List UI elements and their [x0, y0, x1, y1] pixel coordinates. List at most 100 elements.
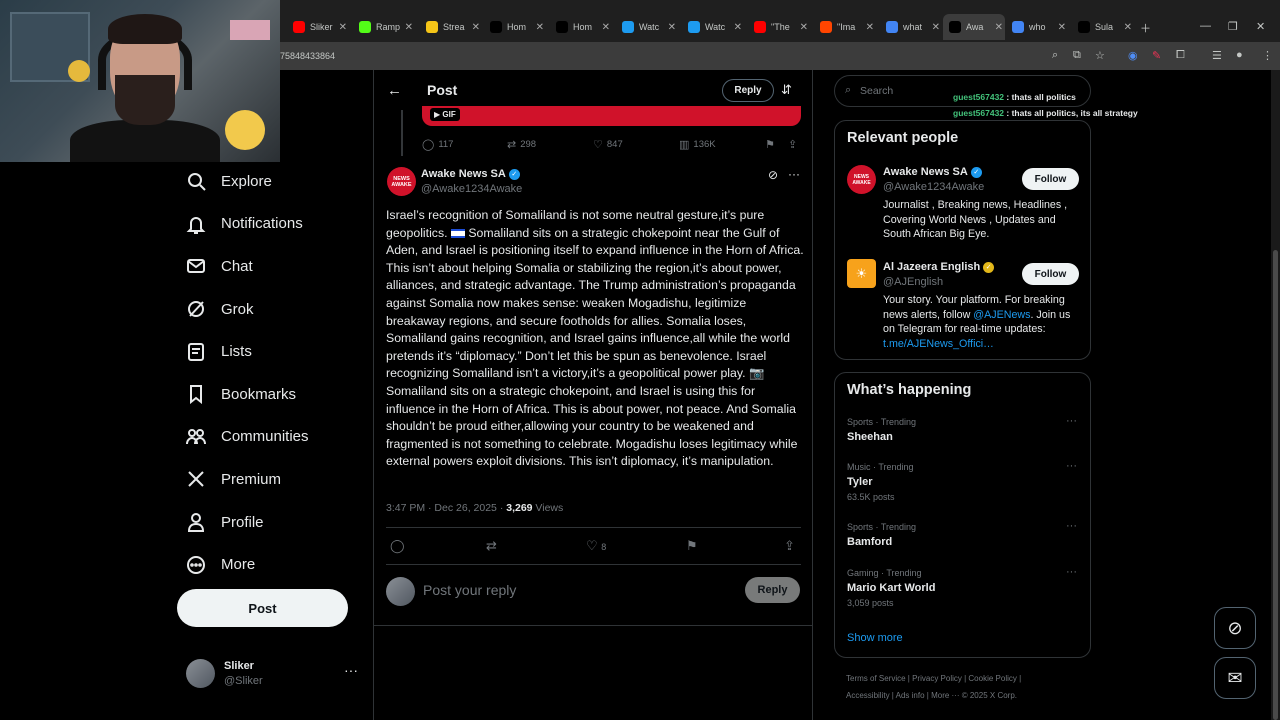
nav-item-lists[interactable]: Lists: [177, 330, 367, 373]
minimize-icon[interactable]: —: [1200, 20, 1211, 32]
search-input[interactable]: ⌕ Search: [834, 75, 1091, 107]
close-tab-icon[interactable]: ✕: [405, 22, 413, 33]
nav-item-communities[interactable]: Communities: [177, 416, 367, 459]
browser-tab[interactable]: Watc ✕: [616, 14, 678, 40]
messages-fab-icon[interactable]: ✉: [1214, 657, 1256, 699]
author-name[interactable]: Awake News SA ✓: [421, 168, 520, 180]
extension-1-icon[interactable]: ◉: [1128, 49, 1138, 62]
nav-item-premium[interactable]: Premium: [177, 458, 367, 501]
media-icon[interactable]: ☰: [1212, 49, 1222, 62]
tab-label: Hom: [507, 22, 527, 32]
nav-item-grok[interactable]: Grok: [177, 288, 367, 331]
post-button[interactable]: Post: [177, 589, 348, 627]
avatar[interactable]: NEWS AWAKE: [387, 167, 416, 196]
profile-icon[interactable]: ●: [1236, 49, 1243, 61]
account-switcher[interactable]: Sliker @Sliker ···: [186, 658, 366, 690]
more-icon[interactable]: ···: [1066, 460, 1077, 472]
browser-tab[interactable]: Ramp ✕: [353, 14, 415, 40]
maximize-icon[interactable]: ❐: [1228, 20, 1238, 33]
person-name[interactable]: Awake News SA ✓: [883, 166, 982, 178]
zoom-icon[interactable]: ⌕: [1052, 49, 1058, 62]
follow-button[interactable]: Follow: [1022, 168, 1079, 190]
nav-item-notifications[interactable]: Notifications: [177, 203, 367, 246]
browser-tab[interactable]: Hom ✕: [550, 14, 612, 40]
footer-links[interactable]: Terms of Service | Privacy Policy | Cook…: [846, 674, 1021, 683]
scrollbar[interactable]: [1271, 70, 1280, 720]
more-icon[interactable]: ···: [1066, 415, 1077, 427]
youtube-icon: [754, 21, 766, 33]
account-handle: @Sliker: [224, 675, 263, 687]
browser-menu-icon[interactable]: ⋮: [1262, 49, 1273, 62]
star-icon[interactable]: ☆: [1095, 49, 1105, 62]
aljazeera-logo-icon[interactable]: ☀: [847, 259, 876, 288]
close-tab-icon[interactable]: ✕: [668, 22, 676, 33]
tab-label: Sliker: [310, 22, 333, 32]
browser-tab[interactable]: Sliker ✕: [287, 14, 349, 40]
close-tab-icon[interactable]: ✕: [734, 22, 742, 33]
browser-tab[interactable]: Sula ✕: [1072, 14, 1134, 40]
more-icon[interactable]: ···: [788, 167, 800, 181]
close-tab-icon[interactable]: ✕: [1058, 22, 1066, 33]
person-name[interactable]: Al Jazeera English ✓: [883, 261, 995, 273]
browser-tab[interactable]: Hom ✕: [484, 14, 546, 40]
browser-tab[interactable]: "Ima ✕: [814, 14, 876, 40]
parent-view-count[interactable]: ▥ 136K: [679, 138, 716, 151]
bookmark-icon[interactable]: ⚑: [686, 538, 698, 554]
browser-tab[interactable]: "The ✕: [748, 14, 810, 40]
more-icon[interactable]: ···: [1066, 520, 1077, 532]
author-handle[interactable]: @Awake1234Awake: [421, 183, 522, 195]
install-icon[interactable]: ⧉: [1073, 49, 1081, 62]
parent-repost-count[interactable]: ⇄ 298: [507, 138, 536, 151]
nav-item-more[interactable]: More: [177, 543, 367, 586]
more-icon[interactable]: ···: [1066, 566, 1077, 578]
reply-input[interactable]: Post your reply: [423, 582, 516, 598]
trend-context: Sports · Trending: [847, 417, 917, 427]
extensions-icon[interactable]: ⧠: [1176, 49, 1185, 62]
footer-links[interactable]: Accessibility | Ads info | More ··· © 20…: [846, 691, 1017, 700]
account-more-icon[interactable]: ···: [344, 662, 358, 678]
nav-item-profile[interactable]: Profile: [177, 501, 367, 544]
nav-item-bookmarks[interactable]: Bookmarks: [177, 373, 367, 416]
avatar[interactable]: NEWS AWAKE: [847, 165, 876, 194]
person-handle[interactable]: @AJEnglish: [883, 276, 943, 288]
browser-tab[interactable]: Watc ✕: [682, 14, 744, 40]
share-icon[interactable]: ⇪: [784, 538, 795, 554]
close-tab-icon[interactable]: ✕: [866, 22, 874, 33]
new-tab-icon[interactable]: ＋: [1140, 20, 1151, 36]
reply-icon[interactable]: ◯: [390, 538, 405, 554]
nav-item-chat[interactable]: Chat: [177, 245, 367, 288]
close-tab-icon[interactable]: ✕: [602, 22, 610, 33]
close-tab-icon[interactable]: ✕: [1124, 22, 1132, 33]
follow-button[interactable]: Follow: [1022, 263, 1079, 285]
extension-2-icon[interactable]: ✎: [1152, 49, 1161, 62]
parent-bookmark-icon[interactable]: ⚑: [765, 138, 779, 151]
sliders-icon[interactable]: ⇵: [781, 82, 792, 98]
parent-share-icon[interactable]: ⇪: [788, 138, 801, 151]
close-tab-icon[interactable]: ✕: [339, 22, 347, 33]
header-reply-button[interactable]: Reply: [722, 79, 774, 102]
bio-link[interactable]: t.me/AJENews_Offici…: [883, 338, 994, 350]
grok-icon[interactable]: ⊘: [768, 168, 778, 182]
parent-reply-count[interactable]: ◯ 117: [422, 138, 453, 151]
browser-tab[interactable]: who ✕: [1006, 14, 1068, 40]
back-arrow-icon[interactable]: ←: [387, 82, 402, 99]
repost-icon[interactable]: ⇄: [486, 538, 497, 554]
parent-like-count[interactable]: ♡ 847: [593, 138, 623, 151]
close-tab-icon[interactable]: ✕: [536, 22, 544, 33]
url-field[interactable]: 75848433864: [280, 51, 335, 61]
close-tab-icon[interactable]: ✕: [995, 22, 1003, 33]
reply-button[interactable]: Reply: [745, 577, 800, 603]
close-tab-icon[interactable]: ✕: [472, 22, 480, 33]
nav-item-explore[interactable]: Explore: [177, 160, 367, 203]
show-more-link[interactable]: Show more: [847, 632, 903, 644]
close-window-icon[interactable]: ✕: [1256, 20, 1265, 33]
browser-tab[interactable]: Strea ✕: [420, 14, 482, 40]
person-handle[interactable]: @Awake1234Awake: [883, 181, 984, 193]
close-tab-icon[interactable]: ✕: [932, 22, 940, 33]
grok-fab-icon[interactable]: ⊘: [1214, 607, 1256, 649]
browser-tab[interactable]: what ✕: [880, 14, 942, 40]
browser-tab[interactable]: Awa ✕: [943, 14, 1005, 40]
close-tab-icon[interactable]: ✕: [800, 22, 808, 33]
like-button[interactable]: ♡ 8: [586, 538, 606, 554]
bio-link[interactable]: @AJENews: [973, 309, 1030, 321]
